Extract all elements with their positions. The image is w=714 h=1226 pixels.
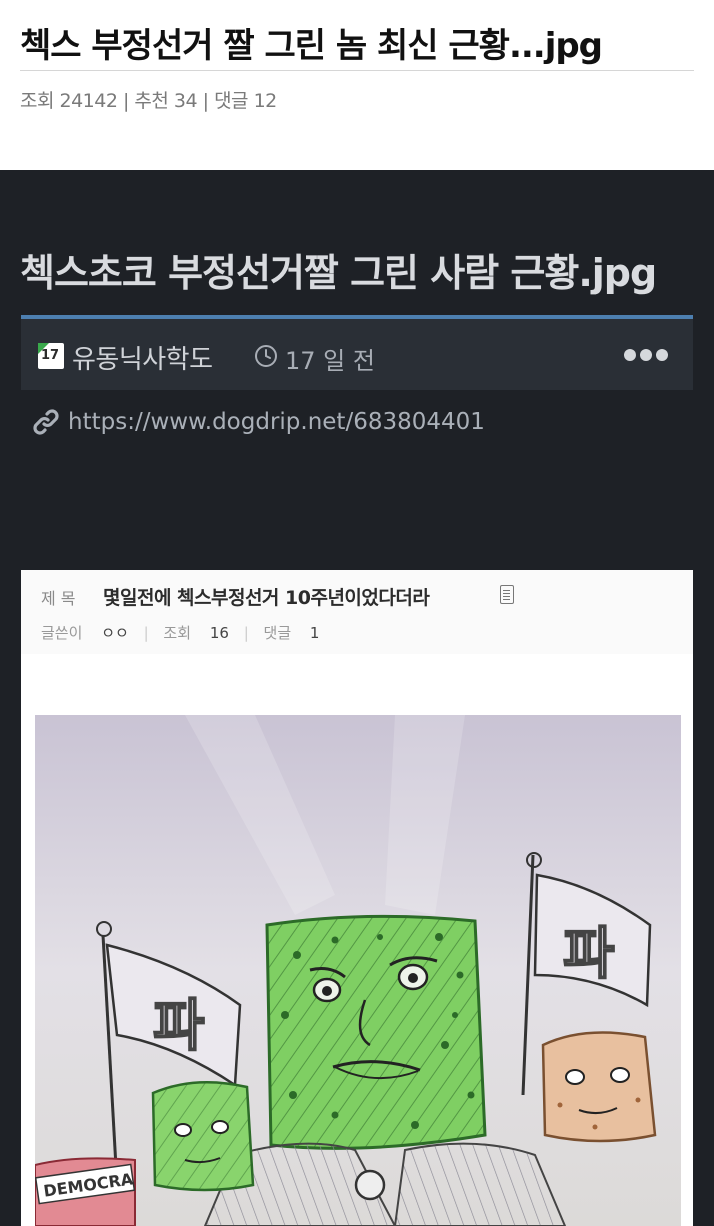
post-meta: 조회 24142 | 추천 34 | 댓글 12 bbox=[20, 90, 277, 112]
board-icon: 17 bbox=[38, 343, 64, 369]
comments-count: 1 bbox=[309, 624, 320, 642]
subject-label: 제 목 bbox=[41, 589, 76, 608]
divider bbox=[20, 70, 694, 71]
author-label: 글쓴이 bbox=[41, 624, 83, 642]
post-header: 첵스 부정선거 짤 그린 놈 최신 근황...jpg 조회 24142 | 추천… bbox=[0, 0, 714, 170]
embedded-post-image: 제 목 몇일전에 첵스부정선거 10주년이었다더라 글쓴이 ㅇㅇ | 조회 16… bbox=[21, 570, 693, 1226]
time-ago: 17 일 전 bbox=[285, 347, 375, 375]
more-options-icon[interactable] bbox=[624, 345, 668, 365]
views-count: 16 bbox=[209, 624, 229, 642]
flag-text-left: 파 bbox=[153, 994, 205, 1059]
article-title: 첵스초코 부정선거짤 그린 사람 근황.jpg bbox=[20, 251, 657, 295]
views-label: 조회 bbox=[163, 624, 192, 642]
post-title: 첵스 부정선거 짤 그린 놈 최신 근황...jpg bbox=[20, 26, 603, 66]
author: ㅇㅇ bbox=[101, 624, 129, 642]
embedded-subject: 몇일전에 첵스부정선거 10주년이었다더라 bbox=[103, 587, 430, 609]
source-url-link[interactable]: https://www.dogdrip.net/683804401 bbox=[68, 409, 485, 435]
embedded-post-header: 제 목 몇일전에 첵스부정선거 10주년이었다더라 글쓴이 ㅇㅇ | 조회 16… bbox=[21, 570, 693, 654]
article-info-bar: 17 유동닉사학도 17 일 전 bbox=[21, 315, 693, 390]
clock-icon bbox=[255, 345, 277, 367]
flag-text-right: 파 bbox=[563, 922, 615, 987]
document-icon bbox=[500, 585, 514, 604]
link-icon bbox=[33, 409, 59, 435]
board-name-link[interactable]: 유동닉사학도 bbox=[72, 339, 213, 376]
board-icon-number: 17 bbox=[41, 348, 60, 363]
embedded-meta: 글쓴이 ㅇㅇ | 조회 16 | 댓글 1 bbox=[41, 624, 320, 642]
comments-label: 댓글 bbox=[263, 624, 292, 642]
drawing-illustration: 파 파 DEMOCRA bbox=[35, 715, 681, 1226]
post-content: 첵스초코 부정선거짤 그린 사람 근황.jpg 17 유동닉사학도 17 일 전… bbox=[0, 170, 714, 1226]
